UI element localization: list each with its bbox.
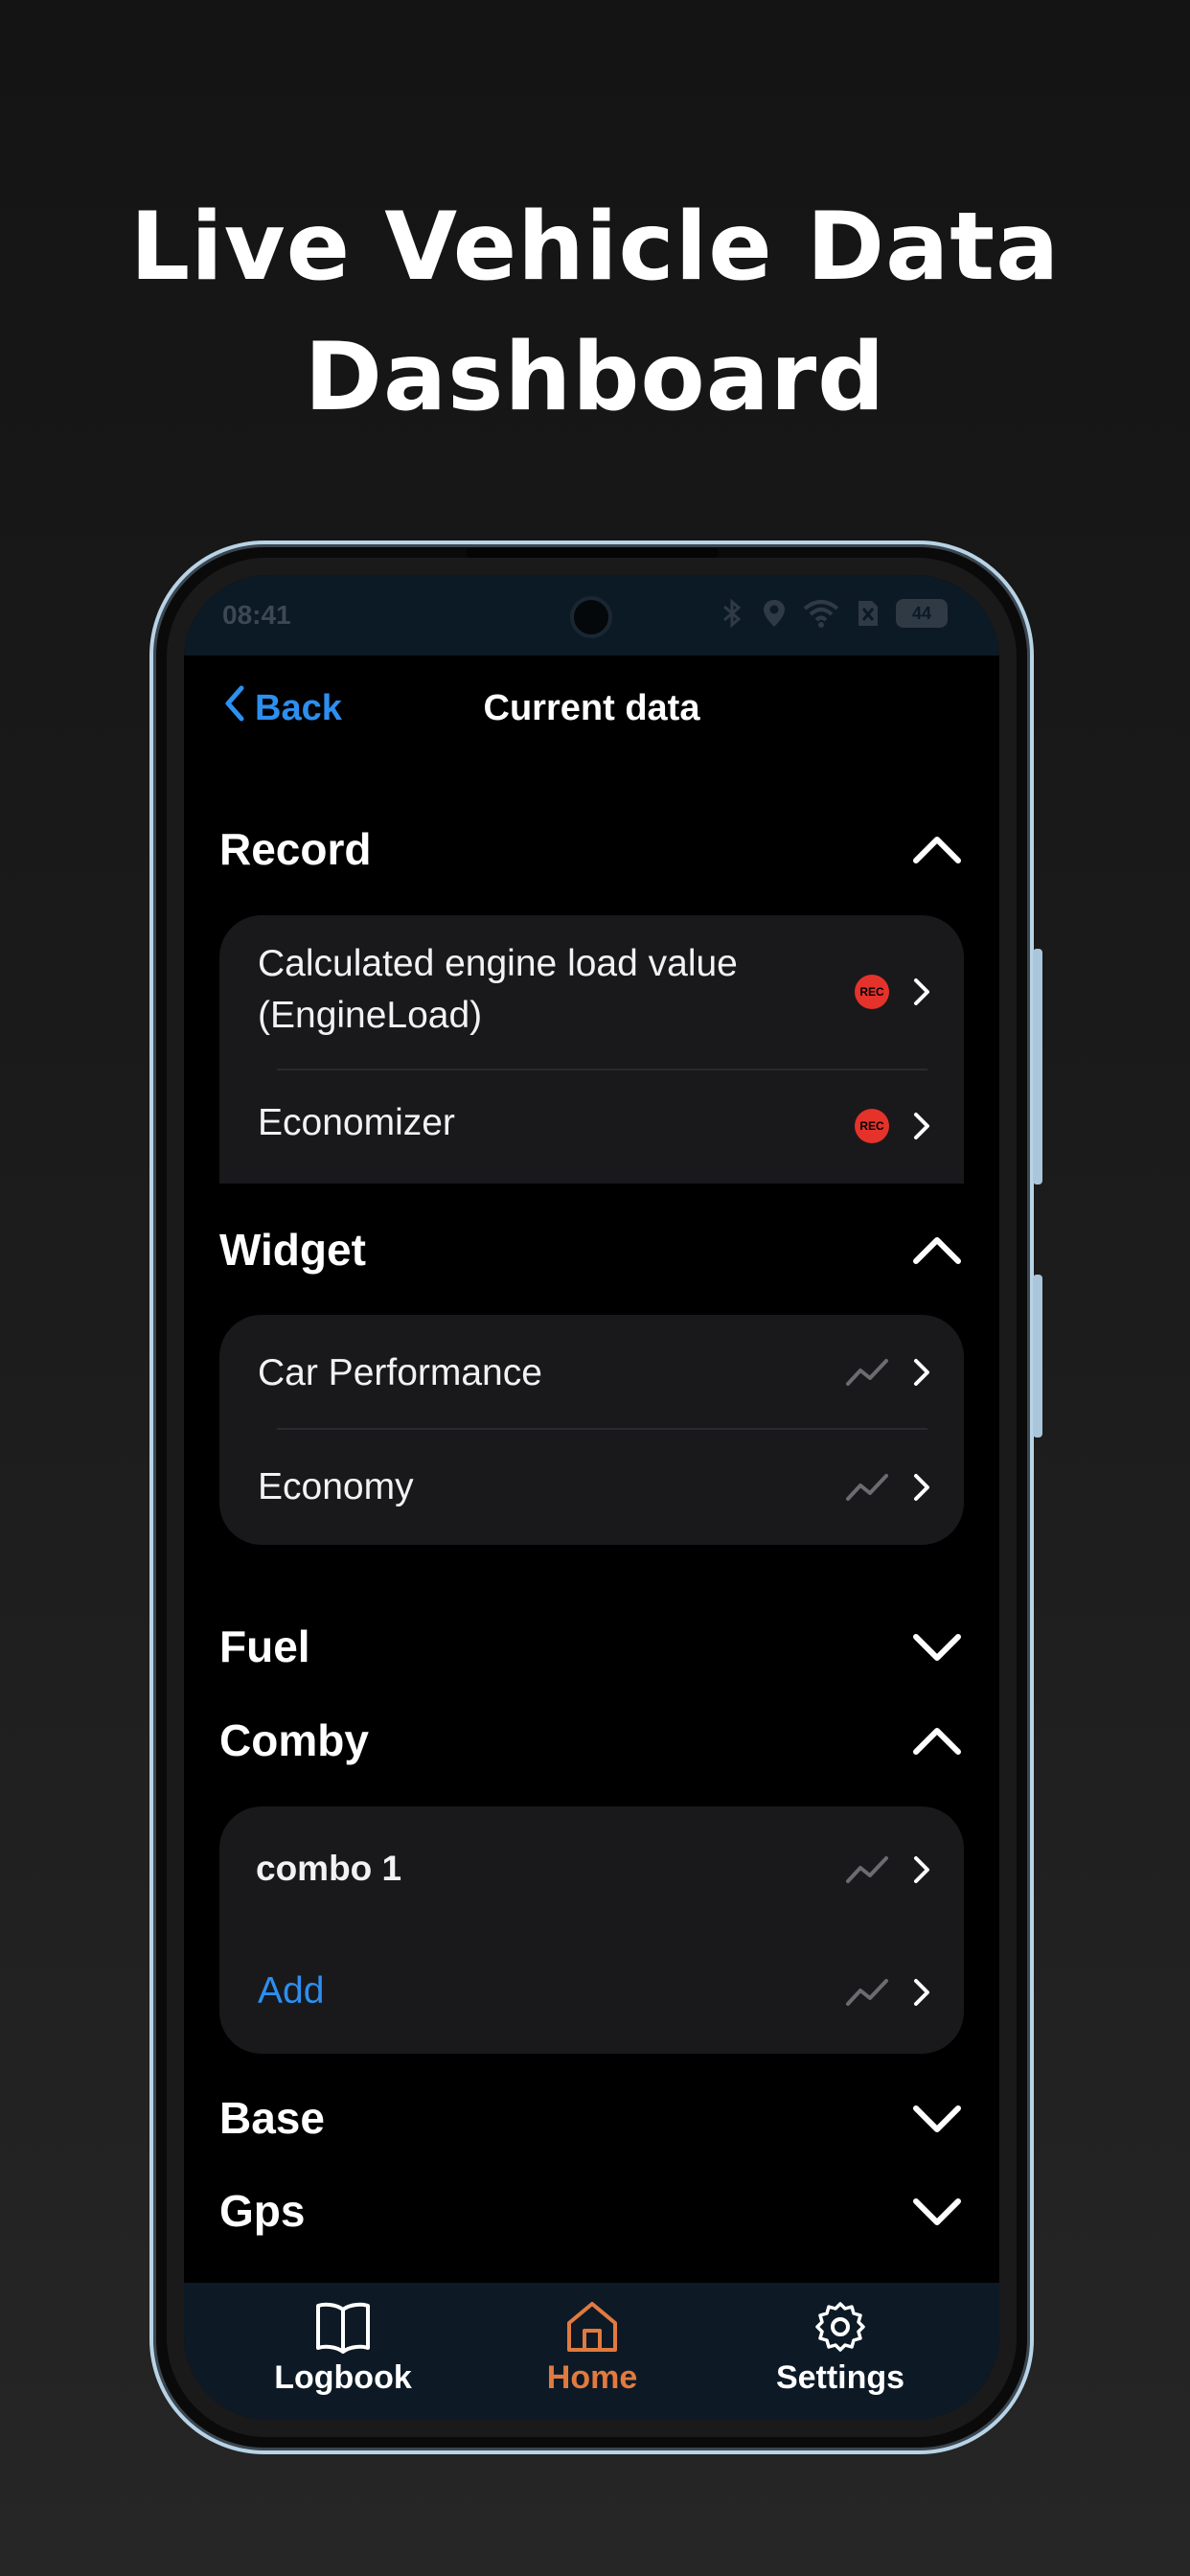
home-icon (567, 2302, 617, 2352)
row-label: Add (258, 1970, 325, 2012)
section-title: Gps (219, 2186, 306, 2236)
tab-label: Settings (775, 2359, 905, 2396)
gear-icon (815, 2302, 865, 2352)
tab-bar: Logbook Home Settings (184, 2283, 999, 2420)
wifi-icon (802, 598, 840, 629)
section-header-base[interactable]: Base (219, 2084, 964, 2151)
front-camera (570, 596, 612, 638)
section-header-record[interactable]: Record (219, 816, 964, 883)
phone-side-button (1033, 949, 1042, 1184)
tab-logbook[interactable]: Logbook (238, 2300, 448, 2397)
trend-icon (846, 1359, 888, 1386)
section-header-gps[interactable]: Gps (219, 2177, 964, 2244)
tab-home[interactable]: Home (487, 2300, 698, 2397)
headline: Live Vehicle Data Dashboard (0, 182, 1190, 443)
section-title: Base (219, 2093, 325, 2143)
rec-badge: REC (855, 975, 889, 1009)
widget-card: Car Performance Economy (219, 1315, 964, 1545)
book-icon (316, 2302, 370, 2354)
section-title: Fuel (219, 1622, 310, 1671)
section-title: Record (219, 824, 372, 874)
row-label: Economizer (258, 1102, 455, 1143)
row-label: combo 1 (256, 1849, 402, 1888)
record-card: Calculated engine load value (EngineLoad… (219, 915, 964, 1184)
list-item[interactable]: Car Performance (219, 1315, 964, 1430)
battery-icon: 44 (896, 599, 948, 628)
row-label: Car Performance (258, 1352, 542, 1393)
chevron-right-icon (914, 1856, 929, 1883)
headline-line2: Dashboard (304, 323, 886, 432)
bluetooth-icon (718, 598, 746, 629)
section-header-widget[interactable]: Widget (219, 1216, 964, 1283)
headline-line1: Live Vehicle Data (129, 193, 1061, 302)
phone-screen: 08:41 44 Back Current data Record Calcul… (184, 575, 999, 2420)
tab-settings[interactable]: Settings (735, 2300, 946, 2397)
row-label: Calculated engine load value (258, 943, 738, 984)
trend-icon (846, 1979, 888, 2006)
tab-label: Home (546, 2359, 638, 2396)
list-item[interactable]: Economy (219, 1430, 964, 1545)
chevron-down-icon (913, 2198, 961, 2225)
chevron-down-icon (913, 1634, 961, 1661)
row-label: Economy (258, 1466, 414, 1507)
chevron-right-icon (914, 1359, 929, 1386)
chevron-right-icon (914, 978, 929, 1005)
sim-icon (854, 598, 882, 629)
location-icon (760, 598, 789, 629)
phone-side-button (1033, 1275, 1042, 1438)
trend-icon (846, 1474, 888, 1501)
status-time: 08:41 (222, 600, 291, 630)
chevron-up-icon (913, 837, 961, 863)
chevron-right-icon (914, 1979, 929, 2006)
tab-label: Logbook (274, 2359, 412, 2396)
list-item[interactable]: Calculated engine load value (EngineLoad… (219, 915, 964, 1069)
chevron-up-icon (913, 1728, 961, 1755)
chevron-right-icon (914, 1113, 929, 1139)
chevron-down-icon (913, 2105, 961, 2132)
add-combo-button[interactable]: Add (219, 1931, 964, 2054)
section-header-fuel[interactable]: Fuel (219, 1613, 964, 1680)
list-item[interactable]: combo 1 (219, 1806, 964, 1931)
comby-card: combo 1 Add (219, 1806, 964, 2054)
chevron-right-icon (914, 1474, 929, 1501)
row-label: (EngineLoad) (258, 995, 483, 1036)
rec-badge: REC (855, 1109, 889, 1143)
page-title: Current data (483, 688, 700, 728)
chevron-up-icon (913, 1237, 961, 1264)
section-header-comby[interactable]: Comby (219, 1707, 964, 1774)
nav-bar: Back Current data (184, 656, 999, 759)
trend-icon (846, 1856, 888, 1883)
list-item[interactable]: Economizer REC (219, 1070, 964, 1181)
section-title: Widget (219, 1225, 366, 1275)
status-bar: 08:41 44 (184, 575, 999, 656)
phone-speaker-rail (466, 548, 719, 558)
section-title: Comby (219, 1715, 369, 1765)
